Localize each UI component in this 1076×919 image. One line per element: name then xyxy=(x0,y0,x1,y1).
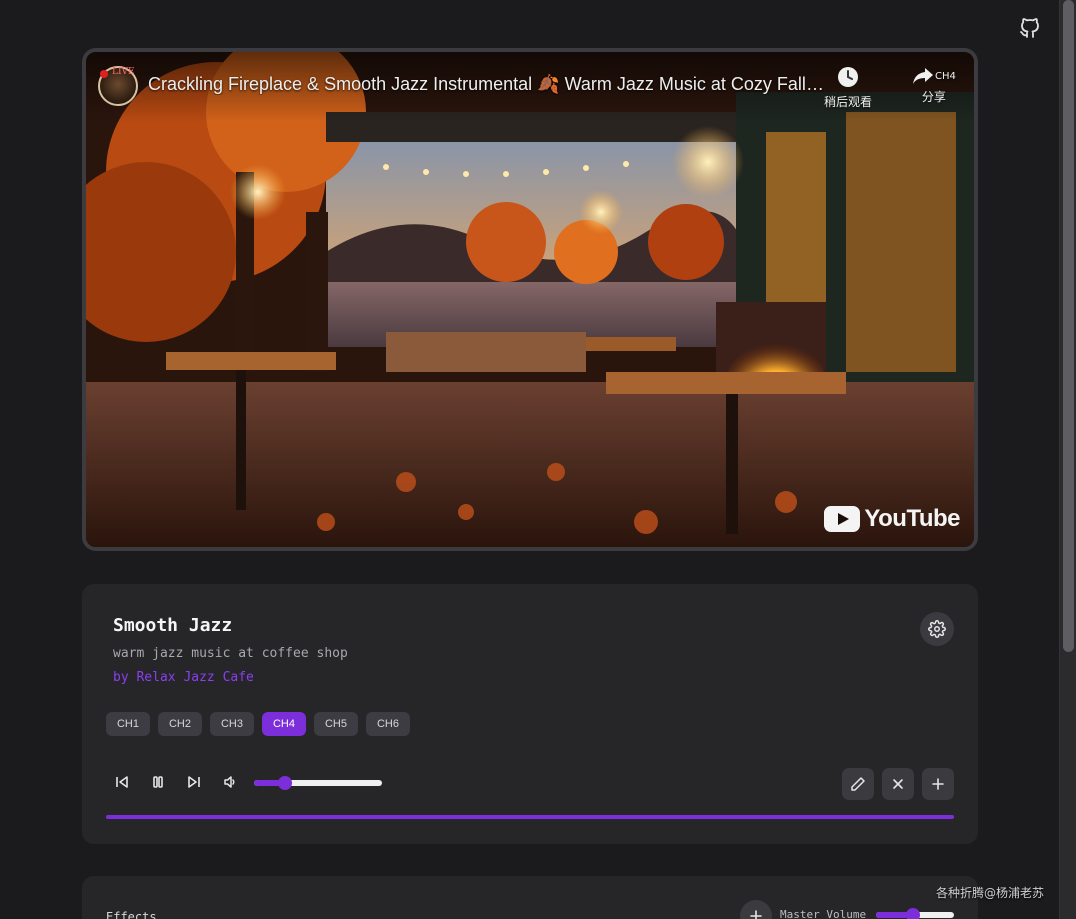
add-button[interactable] xyxy=(922,768,954,800)
gear-icon xyxy=(928,620,946,638)
github-icon[interactable] xyxy=(1018,16,1042,40)
volume-slider[interactable] xyxy=(254,776,382,790)
transport-controls xyxy=(114,774,238,790)
playback-progress[interactable] xyxy=(106,815,954,819)
previous-button[interactable] xyxy=(114,774,130,790)
volume-icon xyxy=(224,776,235,788)
pencil-icon xyxy=(851,777,865,791)
live-dot-icon xyxy=(100,70,108,78)
youtube-logo[interactable]: YouTube xyxy=(824,505,960,533)
youtube-play-icon xyxy=(824,506,861,532)
effects-label: Effects xyxy=(106,910,157,919)
master-volume-label: Master Volume xyxy=(780,908,867,919)
settings-button[interactable] xyxy=(920,612,954,646)
watch-later-button[interactable]: 稍后观看 xyxy=(824,66,872,110)
video-thumbnail xyxy=(86,52,974,547)
channel-button-ch2[interactable]: CH2 xyxy=(158,712,202,736)
pause-icon xyxy=(153,776,163,788)
channel-button-ch5[interactable]: CH5 xyxy=(314,712,358,736)
skip-back-icon xyxy=(116,776,128,788)
channel-button-ch3[interactable]: CH3 xyxy=(210,712,254,736)
player-card: Smooth Jazz warm jazz music at coffee sh… xyxy=(82,584,978,844)
channel-button-ch1[interactable]: CH1 xyxy=(106,712,150,736)
track-title: Smooth Jazz xyxy=(113,615,233,636)
watermark: 各种折腾@杨浦老苏 xyxy=(936,886,1045,900)
plus-icon xyxy=(750,910,762,919)
share-icon xyxy=(913,68,933,84)
video-title[interactable]: Crackling Fireplace & Smooth Jazz Instru… xyxy=(148,74,824,95)
mute-button[interactable] xyxy=(222,774,238,790)
clock-icon xyxy=(838,67,858,87)
volume-slider-handle[interactable] xyxy=(277,776,292,790)
youtube-player[interactable]: LIVE Crackling Fireplace & Smooth Jazz I… xyxy=(82,48,978,551)
pause-button[interactable] xyxy=(150,774,166,790)
track-artist[interactable]: by Relax Jazz Cafe xyxy=(113,670,254,685)
live-badge: LIVE xyxy=(112,67,135,77)
skip-forward-icon xyxy=(188,776,200,788)
master-volume-slider[interactable] xyxy=(876,908,954,919)
playback-progress-fill xyxy=(106,815,954,819)
close-icon xyxy=(893,779,903,789)
watch-later-label: 稍后观看 xyxy=(824,95,873,109)
add-effect-button[interactable] xyxy=(740,900,772,919)
channel-button-ch4[interactable]: CH4 xyxy=(262,712,306,736)
page: LIVE Crackling Fireplace & Smooth Jazz I… xyxy=(0,0,1076,919)
next-button[interactable] xyxy=(186,774,202,790)
remove-button[interactable] xyxy=(882,768,914,800)
scrollbar-thumb[interactable] xyxy=(1063,0,1074,652)
youtube-wordmark: YouTube xyxy=(864,505,960,532)
share-label: 分享 xyxy=(921,90,946,104)
channel-selector: CH1 CH2 CH3 CH4 CH5 CH6 xyxy=(106,712,410,736)
master-volume-handle[interactable] xyxy=(906,908,921,919)
channel-button-ch6[interactable]: CH6 xyxy=(366,712,410,736)
edit-button[interactable] xyxy=(842,768,874,800)
plus-icon xyxy=(932,778,944,790)
share-channel: CH4 xyxy=(935,70,956,82)
effects-card: Effects Master Volume xyxy=(82,876,978,919)
share-button[interactable]: CH4 分享 xyxy=(912,66,956,105)
track-description: warm jazz music at coffee shop xyxy=(113,646,348,661)
page-scrollbar[interactable] xyxy=(1059,0,1076,919)
